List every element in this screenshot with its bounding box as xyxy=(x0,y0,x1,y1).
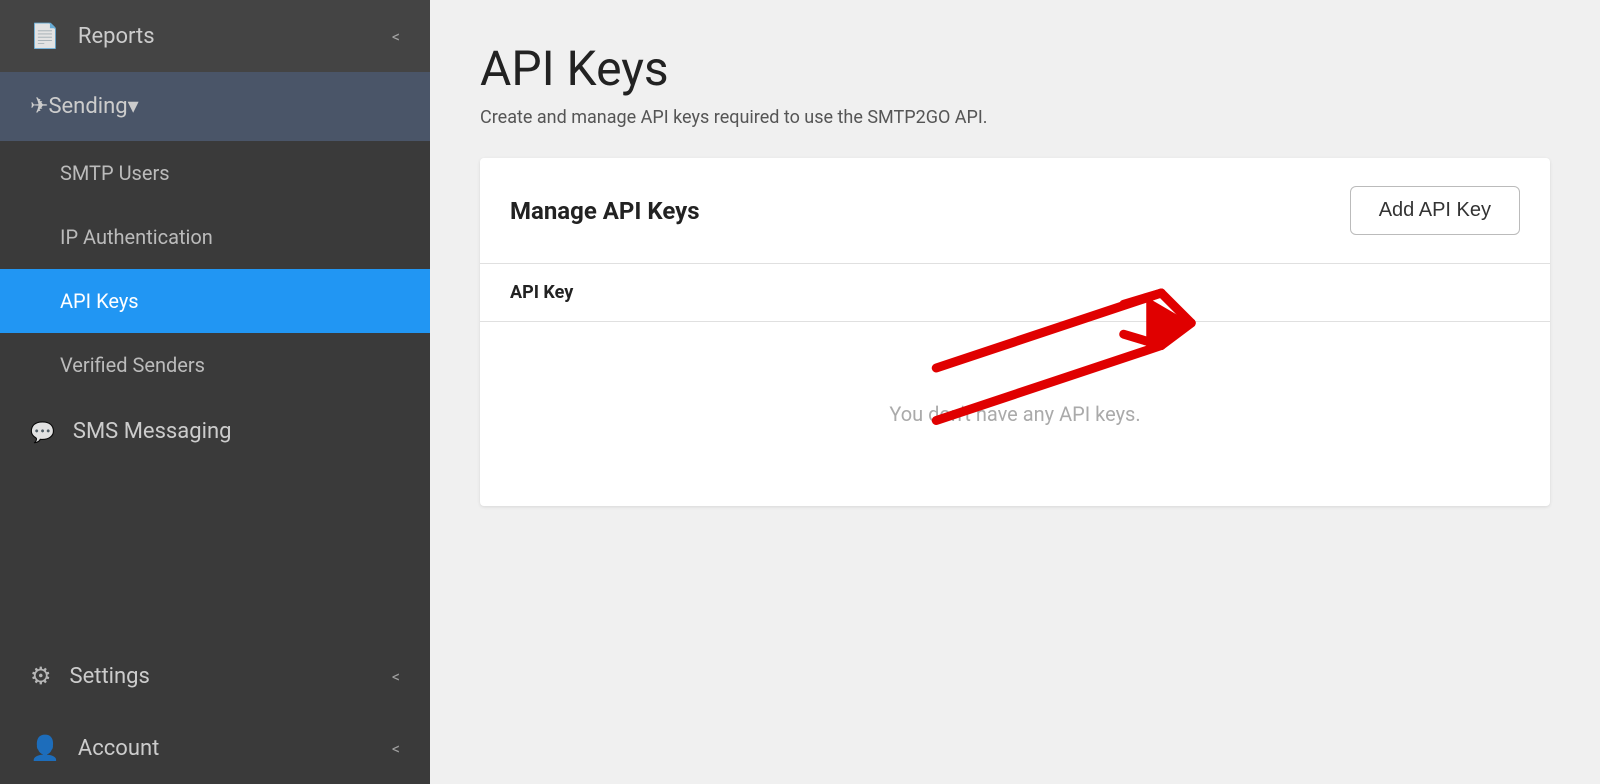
sidebar-item-verified-senders[interactable]: Verified Senders xyxy=(0,333,430,397)
main-content: API Keys Create and manage API keys requ… xyxy=(430,0,1600,784)
add-api-key-button[interactable]: Add API Key xyxy=(1350,186,1520,235)
verified-senders-label: Verified Senders xyxy=(60,353,205,377)
sidebar-item-api-keys[interactable]: API Keys xyxy=(0,269,430,333)
card-header: Manage API Keys Add API Key xyxy=(480,158,1550,264)
page-header: API Keys Create and manage API keys requ… xyxy=(430,0,1600,158)
page-title: API Keys xyxy=(480,40,1550,97)
sending-submenu: SMTP Users IP Authentication API Keys Ve… xyxy=(0,141,430,397)
ip-auth-label: IP Authentication xyxy=(60,225,213,249)
reports-icon: 📄 xyxy=(30,22,60,50)
sidebar-item-sms-messaging[interactable]: 💬 SMS Messaging xyxy=(0,397,430,466)
sidebar-item-account[interactable]: 👤 Account < xyxy=(0,712,430,784)
sidebar-item-reports[interactable]: 📄 Reports < xyxy=(0,0,430,72)
sms-label: SMS Messaging xyxy=(73,419,400,444)
sidebar-bottom: ⚙ Settings < 👤 Account < xyxy=(0,640,430,784)
account-chevron: < xyxy=(392,739,400,758)
sidebar-sending-label: Sending xyxy=(48,94,127,119)
settings-label: Settings xyxy=(70,664,392,689)
sidebar-item-sending[interactable]: ✈ Sending ▾ xyxy=(0,72,430,141)
account-icon: 👤 xyxy=(30,734,60,762)
api-keys-card: Manage API Keys Add API Key API Key You … xyxy=(480,158,1550,506)
sidebar-item-label: Reports xyxy=(78,24,392,49)
account-label: Account xyxy=(78,736,392,761)
sidebar-item-settings[interactable]: ⚙ Settings < xyxy=(0,640,430,712)
manage-api-keys-title: Manage API Keys xyxy=(510,197,700,225)
sidebar-item-ip-authentication[interactable]: IP Authentication xyxy=(0,205,430,269)
smtp-users-label: SMTP Users xyxy=(60,161,170,185)
sending-chevron: ▾ xyxy=(128,94,139,119)
api-key-column-header: API Key xyxy=(510,282,573,303)
reports-chevron: < xyxy=(392,27,400,46)
api-key-table-header: API Key xyxy=(480,264,1550,322)
content-area: Manage API Keys Add API Key API Key You … xyxy=(430,158,1600,784)
settings-chevron: < xyxy=(392,667,400,686)
api-keys-label: API Keys xyxy=(60,289,139,313)
settings-icon: ⚙ xyxy=(30,662,52,690)
sidebar: 📄 Reports < ✈ Sending ▾ SMTP Users IP Au… xyxy=(0,0,430,784)
empty-state: You don't have any API keys. xyxy=(480,322,1550,506)
sms-icon: 💬 xyxy=(30,420,55,444)
empty-message: You don't have any API keys. xyxy=(889,402,1140,426)
sending-icon: ✈ xyxy=(30,94,48,119)
sidebar-item-smtp-users[interactable]: SMTP Users xyxy=(0,141,430,205)
page-subtitle: Create and manage API keys required to u… xyxy=(480,107,1550,128)
